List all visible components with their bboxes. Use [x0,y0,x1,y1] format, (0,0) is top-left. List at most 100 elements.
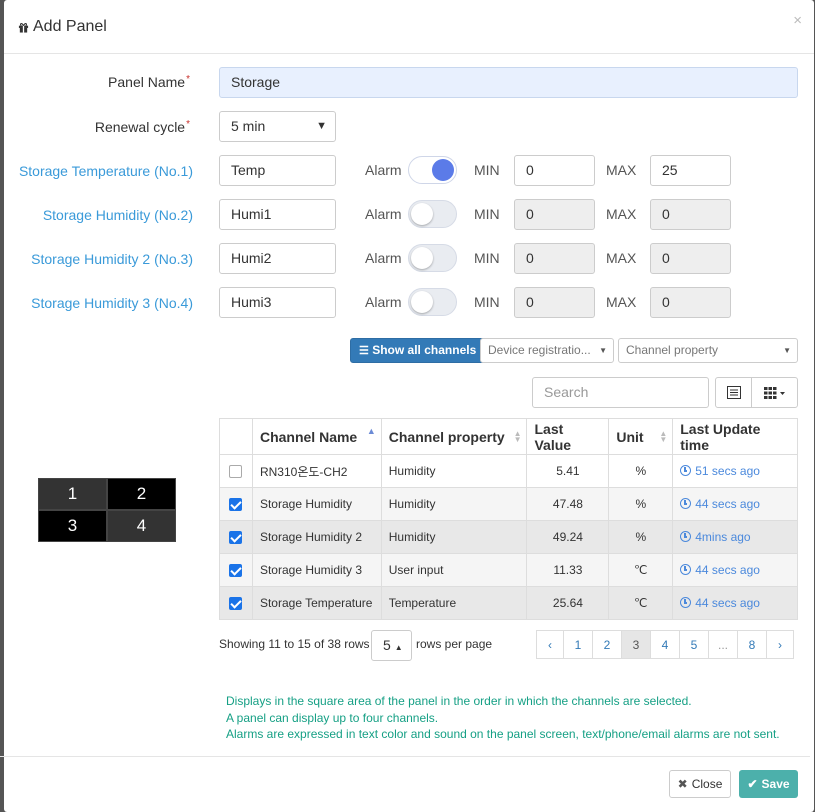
note-line: Alarms are expressed in text color and s… [226,727,780,741]
table-row[interactable]: Storage Humidity 2 Humidity 49.24 % 4min… [219,520,798,554]
alarm-label: Alarm [365,294,402,310]
col-last-value[interactable]: Last Value [526,418,610,455]
table-row[interactable]: Storage Humidity 3 User input 11.33 ℃ 44… [219,553,798,587]
gift-icon [18,22,29,33]
cell-channel-property: Humidity [380,487,528,521]
page-button[interactable]: 2 [592,630,622,659]
showing-rows-text: Showing 11 to 15 of 38 rows [219,637,370,651]
sort-icon: ▲ ▼ [513,429,522,444]
rows-per-page-select[interactable]: 5 ▲ [371,630,412,661]
alarm-toggle-4[interactable] [408,288,457,316]
channel-label-3: Storage Humidity 2 (No.3) [31,251,193,267]
channel-label-1: Storage Temperature (No.1) [18,163,193,179]
caret-down-icon: ▼ [783,346,791,355]
max-label: MAX [606,294,637,310]
max-input-4[interactable]: 0 [650,287,731,318]
channel-name-input-1[interactable]: Temp [219,155,336,186]
cell-last-value: 11.33 [526,553,610,587]
list-view-icon [726,386,741,399]
alarm-toggle-1[interactable] [408,156,457,184]
device-registration-filter[interactable]: Device registratio... ▼ [480,338,614,363]
page-button[interactable]: 4 [650,630,680,659]
cell-channel-name: Storage Temperature [251,586,382,620]
page-button[interactable]: ‹ [536,630,564,659]
row-checkbox-cell [219,520,253,554]
close-icon[interactable]: × [793,12,802,29]
cell-channel-name: Storage Humidity 3 [251,553,382,587]
clock-icon [680,564,692,575]
renewal-cycle-select[interactable]: 5 min ▼ [219,111,336,142]
page-button[interactable]: 3 [621,630,651,659]
min-input-1[interactable]: 0 [514,155,595,186]
min-input-2[interactable]: 0 [514,199,595,230]
row-checkbox[interactable] [229,498,243,512]
cell-last-update: 44 secs ago [672,553,798,587]
panel-name-input[interactable]: Storage [219,67,798,98]
save-button[interactable]: ✔ Save [739,770,798,798]
cell-last-value: 25.64 [526,586,610,620]
max-input-2[interactable]: 0 [650,199,731,230]
channel-label-4: Storage Humidity 3 (No.4) [31,295,193,311]
dialog-title-text: Add Panel [33,18,107,35]
table-header-row: Channel Name ▲ Channel property ▲ ▼ Last Va… [219,418,798,455]
min-label: MIN [474,206,500,222]
row-checkbox[interactable] [229,465,243,479]
min-input-3[interactable]: 0 [514,243,595,274]
clock-icon [680,531,692,542]
min-input-4[interactable]: 0 [514,287,595,318]
search-input[interactable]: Search [532,377,709,408]
col-last-update[interactable]: Last Update time [672,418,798,455]
clock-icon [680,498,692,509]
cell-last-update: 51 secs ago [672,454,798,488]
page-button[interactable]: › [766,630,794,659]
min-label: MIN [474,250,500,266]
max-input-3[interactable]: 0 [650,243,731,274]
row-checkbox[interactable] [229,564,243,578]
select-all-header [219,418,253,455]
table-row[interactable]: Storage Humidity Humidity 47.48 % 44 sec… [219,487,798,521]
cell-unit: ℃ [608,586,674,620]
table-row[interactable]: RN310온도-CH2 Humidity 5.41 % 51 secs ago [219,454,798,488]
row-checkbox-cell [219,487,253,521]
col-unit[interactable]: Unit ▲ ▼ [608,418,674,455]
row-checkbox[interactable] [229,531,243,545]
columns-toggle-button[interactable] [751,377,798,408]
list-icon: ☰ [359,345,369,357]
quad-cell-1: 1 [38,478,107,510]
grid-icon [763,386,785,399]
close-button[interactable]: ✖ Close [669,770,731,798]
page-button[interactable]: 8 [737,630,767,659]
page-button[interactable]: 1 [563,630,593,659]
max-label: MAX [606,162,637,178]
row-checkbox-cell [219,454,253,488]
cell-channel-name: Storage Humidity 2 [251,520,382,554]
cell-channel-property: Temperature [380,586,528,620]
col-channel-name[interactable]: Channel Name ▲ [251,418,382,455]
channel-name-input-4[interactable]: Humi3 [219,287,336,318]
quad-cell-2: 2 [107,478,176,510]
cell-channel-name: Storage Humidity [251,487,382,521]
show-all-channels-button[interactable]: ☰ Show all channels [350,338,486,363]
row-checkbox[interactable] [229,597,243,611]
clock-icon [680,597,692,608]
toggle-knob [411,291,433,313]
caret-up-icon: ▲ [394,643,403,652]
channel-name-input-3[interactable]: Humi2 [219,243,336,274]
col-channel-property[interactable]: Channel property ▲ ▼ [380,418,528,455]
min-label: MIN [474,162,500,178]
page-button: ... [708,630,738,659]
page-button[interactable]: 5 [679,630,709,659]
channel-property-filter[interactable]: Channel property ▼ [618,338,798,363]
channel-name-input-2[interactable]: Humi1 [219,199,336,230]
cell-last-update: 44 secs ago [672,586,798,620]
dialog-header: Add Panel × [4,0,814,54]
max-input-1[interactable]: 25 [650,155,731,186]
quad-cell-4: 4 [107,510,176,542]
alarm-toggle-2[interactable] [408,200,457,228]
alarm-toggle-3[interactable] [408,244,457,272]
list-view-button[interactable] [715,377,752,408]
table-row[interactable]: Storage Temperature Temperature 25.64 ℃ … [219,586,798,620]
cell-channel-property: Humidity [380,454,528,488]
cell-unit: % [608,487,674,521]
cell-last-value: 5.41 [526,454,610,488]
